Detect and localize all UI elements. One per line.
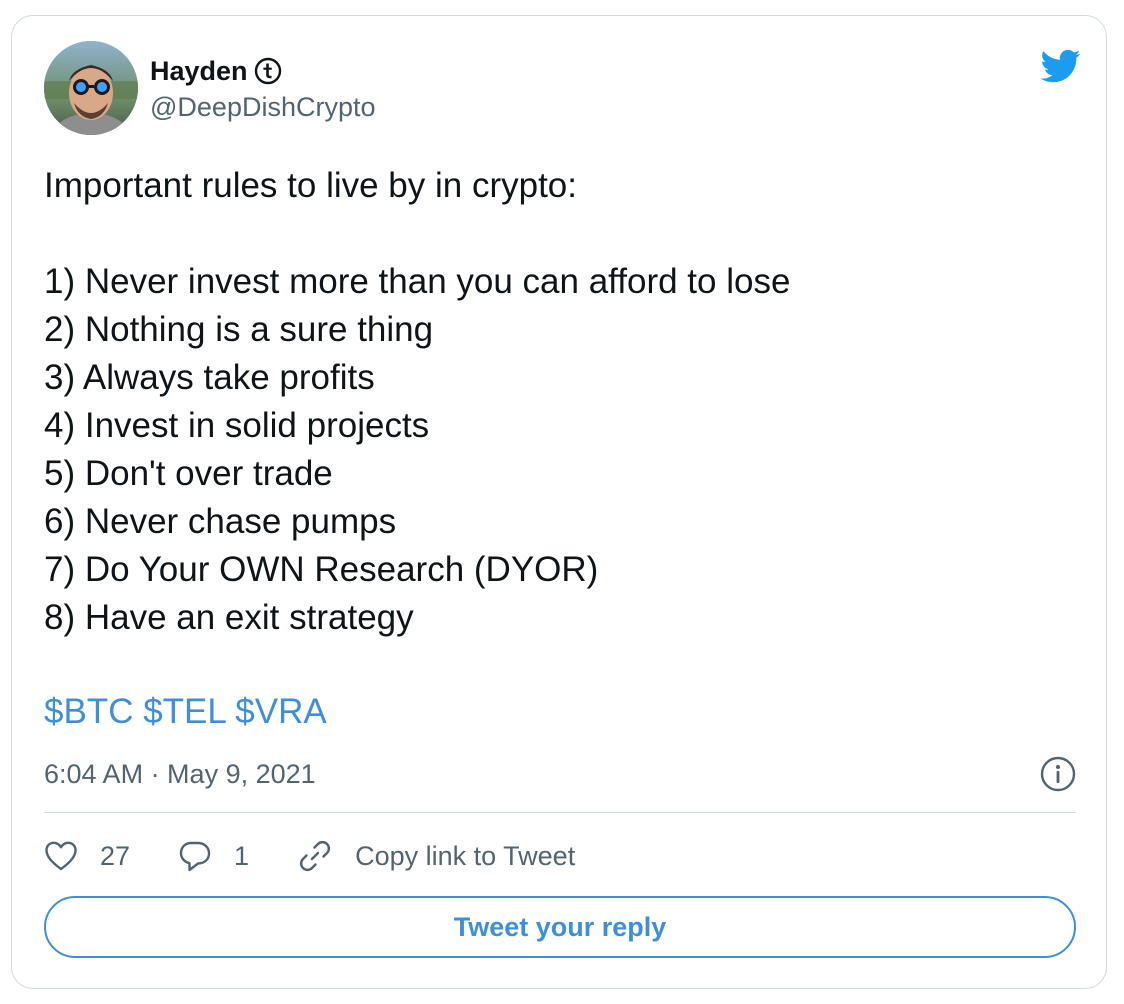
rule-line: 4) Invest in solid projects <box>44 406 430 445</box>
heart-icon <box>45 841 77 871</box>
reply-count: 1 <box>234 840 250 871</box>
rule-line: 8) Have an exit strategy <box>44 598 414 637</box>
reply-count-button[interactable]: 1 <box>178 839 249 873</box>
like-button[interactable]: 27 <box>44 840 130 872</box>
cashtag-link-tel[interactable]: $TEL <box>143 692 225 731</box>
tweet-text-blank-line <box>44 210 1084 258</box>
rule-line: 3) Always take profits <box>44 358 375 397</box>
twitter-bird-icon[interactable] <box>1038 46 1084 86</box>
tweet-your-reply-button[interactable]: Tweet your reply <box>44 896 1076 958</box>
reply-bubble-icon <box>179 841 211 872</box>
display-name-row: Hayden <box>150 54 376 88</box>
cashtags: $BTC $TEL $VRA <box>44 688 327 736</box>
rule-line: 5) Don't over trade <box>44 454 333 493</box>
avatar[interactable] <box>44 41 138 135</box>
cashtag-link-vra[interactable]: $VRA <box>235 692 326 731</box>
rule-line: 1) Never invest more than you can afford… <box>44 262 791 301</box>
copy-link-label: Copy link to Tweet <box>355 840 576 871</box>
link-icon <box>300 840 331 872</box>
copy-link-button[interactable]: Copy link to Tweet <box>297 838 575 874</box>
author-handle[interactable]: @DeepDishCrypto <box>150 92 376 123</box>
cashtag-link-btc[interactable]: $BTC <box>44 692 133 731</box>
display-name[interactable]: Hayden <box>150 56 248 87</box>
info-icon[interactable] <box>1040 756 1076 792</box>
rule-line: 2) Nothing is a sure thing <box>44 310 434 349</box>
tweet-text-line: Important rules to live by in crypto: <box>44 166 577 205</box>
tweet-text: Important rules to live by in crypto: 1)… <box>44 162 1084 642</box>
tweet-card: Hayden @DeepDishCrypto Important rules t… <box>11 15 1107 989</box>
tweet-timestamp[interactable]: 6:04 AM · May 9, 2021 <box>44 754 316 794</box>
tweet-header: Hayden @DeepDishCrypto <box>44 40 1084 136</box>
divider <box>44 812 1076 813</box>
author-names: Hayden @DeepDishCrypto <box>150 54 376 123</box>
like-count: 27 <box>100 840 131 871</box>
rule-line: 6) Never chase pumps <box>44 502 397 541</box>
telcoin-t-icon <box>254 57 281 85</box>
rule-line: 7) Do Your OWN Research (DYOR) <box>44 550 599 589</box>
tweet-actions: 27 1 Copy link to Tweet <box>44 834 623 878</box>
